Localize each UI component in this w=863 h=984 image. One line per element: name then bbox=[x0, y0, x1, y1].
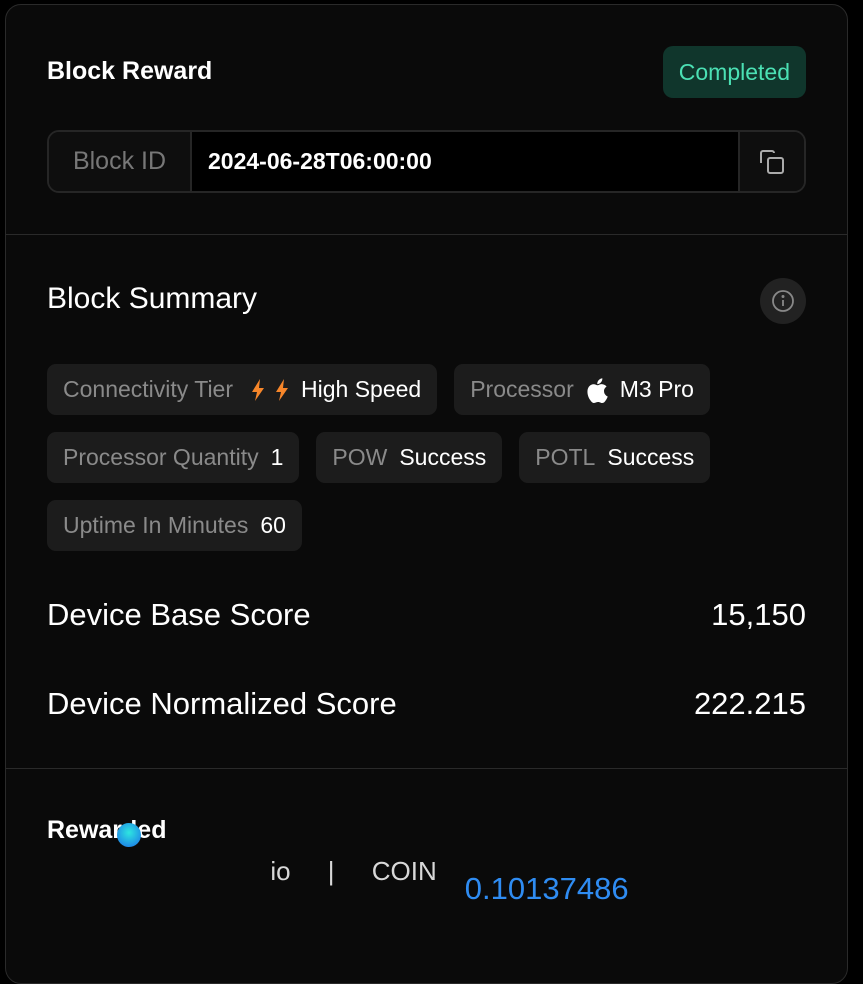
chip-label: Processor bbox=[470, 376, 574, 402]
chip-value: 60 bbox=[260, 512, 286, 538]
status-badge: Completed bbox=[662, 46, 806, 98]
copy-icon bbox=[760, 149, 784, 174]
info-button[interactable] bbox=[760, 278, 806, 324]
block-reward-card: Block Reward Completed Block ID 2024-06-… bbox=[5, 4, 848, 984]
normalized-score-row: Device Normalized Score 222.215 bbox=[47, 686, 806, 722]
section-title: Block Summary bbox=[47, 282, 258, 315]
chip-label: Connectivity Tier bbox=[63, 376, 234, 402]
chip-label: Uptime In Minutes bbox=[63, 512, 249, 538]
block-id-value[interactable]: 2024-06-28T06:00:00 bbox=[192, 132, 738, 191]
chip-processor-quantity: Processor Quantity 1 bbox=[47, 432, 300, 483]
chip-uptime: Uptime In Minutes 60 bbox=[47, 500, 302, 551]
copy-button[interactable] bbox=[738, 132, 804, 191]
apple-icon bbox=[587, 377, 608, 403]
chip-value: M3 Pro bbox=[619, 376, 694, 402]
chip-value: Success bbox=[399, 444, 487, 470]
normalized-score-label: Device Normalized Score bbox=[47, 686, 397, 721]
reward-amount: 0.10137486 bbox=[464, 871, 629, 906]
normalized-score-value: 222.215 bbox=[693, 686, 806, 721]
base-score-value: 15,150 bbox=[711, 597, 806, 632]
divider bbox=[6, 768, 847, 769]
card-title: Block Reward bbox=[47, 57, 213, 85]
chip-processor: Processor M3 Pro bbox=[454, 364, 710, 415]
base-score-label: Device Base Score bbox=[47, 597, 311, 632]
chip-label: Processor Quantity bbox=[63, 444, 259, 470]
coin-icon bbox=[117, 823, 141, 847]
chip-label: POW bbox=[332, 444, 388, 470]
chip-potl: POTL Success bbox=[519, 432, 711, 483]
chip-value: Success bbox=[607, 444, 695, 470]
chip-label: POTL bbox=[535, 444, 596, 470]
chip-pow: POW Success bbox=[316, 432, 503, 483]
reward-row: io | COIN 0.10137486 bbox=[47, 823, 629, 907]
divider bbox=[6, 234, 847, 235]
io-coin-logo: io | COIN bbox=[47, 817, 437, 961]
info-icon bbox=[772, 290, 794, 312]
chip-value: High Speed bbox=[301, 376, 422, 402]
block-id-label: Block ID bbox=[49, 132, 192, 191]
chip-connectivity-tier: Connectivity Tier High Speed bbox=[47, 364, 438, 415]
chip-value: 1 bbox=[270, 444, 284, 470]
summary-chips: Connectivity Tier High Speed Processor M… bbox=[47, 364, 807, 551]
lightning-icon bbox=[251, 378, 289, 401]
block-id-field: Block ID 2024-06-28T06:00:00 bbox=[47, 130, 806, 193]
io-coin-logo-text: io | COIN bbox=[270, 856, 437, 886]
base-score-row: Device Base Score 15,150 bbox=[47, 597, 806, 633]
